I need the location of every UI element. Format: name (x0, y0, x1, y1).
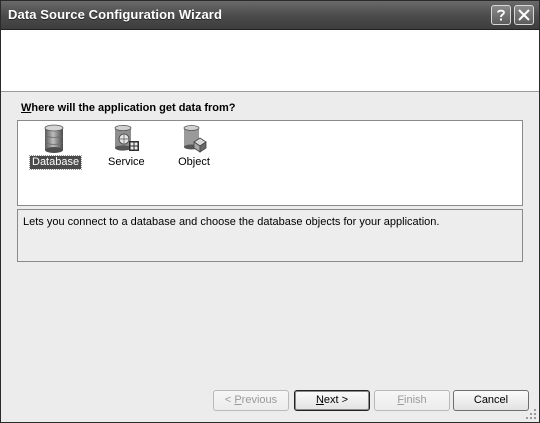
help-icon (497, 9, 505, 21)
title-bar[interactable]: Data Source Configuration Wizard (1, 1, 539, 30)
datasource-item-database[interactable]: Database (28, 121, 83, 170)
cancel-button[interactable]: Cancel (453, 390, 529, 411)
datasource-label: Object (178, 156, 210, 168)
service-icon (114, 125, 139, 151)
database-icon (44, 124, 64, 153)
finish-button[interactable]: Finish (374, 390, 450, 411)
next-button[interactable]: Next > (294, 390, 370, 411)
close-button[interactable] (514, 5, 534, 25)
datasource-item-service[interactable]: Service (106, 121, 146, 169)
resize-grip-icon[interactable] (526, 409, 537, 420)
help-button[interactable] (491, 5, 511, 25)
datasource-item-object[interactable]: Object (174, 121, 214, 169)
description-panel: Lets you connect to a database and choos… (17, 209, 523, 262)
window-title: Data Source Configuration Wizard (8, 7, 222, 22)
wizard-window: Data Source Configuration Wizard Where w… (0, 0, 540, 423)
datasource-prompt: Where will the application get data from… (21, 102, 236, 114)
previous-button[interactable]: < Previous (213, 390, 289, 411)
datasource-label: Service (108, 156, 145, 168)
description-text: Lets you connect to a database and choos… (23, 216, 440, 228)
close-icon (518, 9, 530, 21)
datasource-label: Database (28, 155, 83, 170)
object-icon (183, 125, 207, 153)
datasource-type-list[interactable]: Database Service Object (17, 120, 523, 206)
header-banner (1, 30, 539, 92)
